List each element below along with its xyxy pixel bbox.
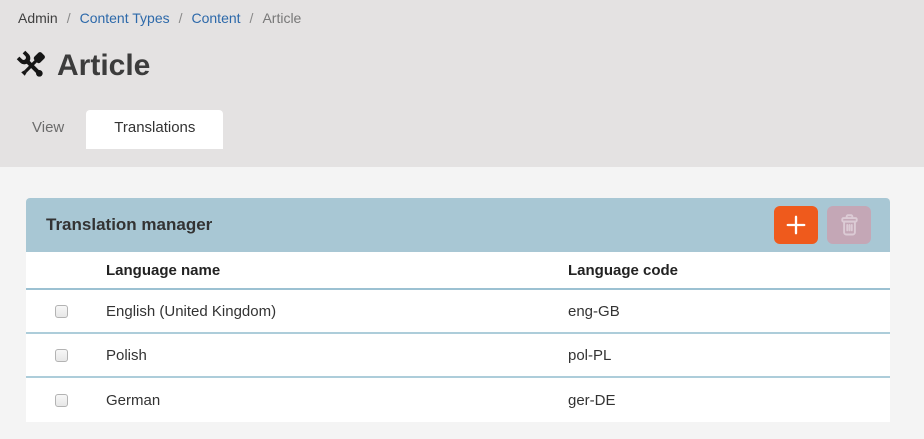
breadcrumb-content-link[interactable]: Content (192, 10, 241, 26)
table-header-row: Language name Language code (26, 252, 890, 290)
plus-icon (785, 214, 807, 236)
page-header: Article (0, 26, 924, 84)
breadcrumb: Admin / Content Types / Content / Articl… (0, 0, 924, 26)
delete-translation-button[interactable] (827, 206, 871, 244)
breadcrumb-separator: / (179, 10, 183, 26)
breadcrumb-content-types-link[interactable]: Content Types (80, 10, 170, 26)
breadcrumb-separator: / (67, 10, 71, 26)
page-top: Admin / Content Types / Content / Articl… (0, 0, 924, 167)
language-code: pol-PL (568, 347, 890, 364)
table-row: English (United Kingdom) eng-GB (26, 290, 890, 334)
language-code: ger-DE (568, 392, 890, 409)
row-checkbox[interactable] (55, 305, 68, 318)
row-checkbox[interactable] (55, 349, 68, 362)
table-body: English (United Kingdom) eng-GB Polish p… (26, 290, 890, 422)
breadcrumb-current: Article (262, 10, 301, 26)
column-language-name: Language name (106, 262, 568, 279)
translation-manager-panel: Translation manager Language name Lang (26, 198, 890, 422)
language-name: Polish (106, 347, 568, 364)
add-translation-button[interactable] (774, 206, 818, 244)
panel-header: Translation manager (26, 198, 890, 252)
tab-translations[interactable]: Translations (86, 110, 223, 149)
tools-icon (13, 47, 50, 84)
language-name: English (United Kingdom) (106, 303, 568, 320)
row-checkbox-cell (26, 305, 106, 318)
row-checkbox-cell (26, 349, 106, 362)
row-checkbox[interactable] (55, 394, 68, 407)
breadcrumb-separator: / (250, 10, 254, 26)
translations-table: Language name Language code English (Uni… (26, 252, 890, 422)
tab-bar: View Translations (0, 108, 924, 145)
breadcrumb-admin: Admin (18, 10, 58, 26)
language-name: German (106, 392, 568, 409)
panel-title: Translation manager (46, 215, 774, 235)
page-title: Article (57, 49, 150, 83)
tab-view[interactable]: View (10, 110, 86, 145)
tab-content: Translation manager Language name Lang (0, 167, 924, 439)
trash-icon (836, 212, 863, 239)
row-checkbox-cell (26, 394, 106, 407)
table-row: Polish pol-PL (26, 334, 890, 378)
table-row: German ger-DE (26, 378, 890, 422)
language-code: eng-GB (568, 303, 890, 320)
column-language-code: Language code (568, 262, 890, 279)
